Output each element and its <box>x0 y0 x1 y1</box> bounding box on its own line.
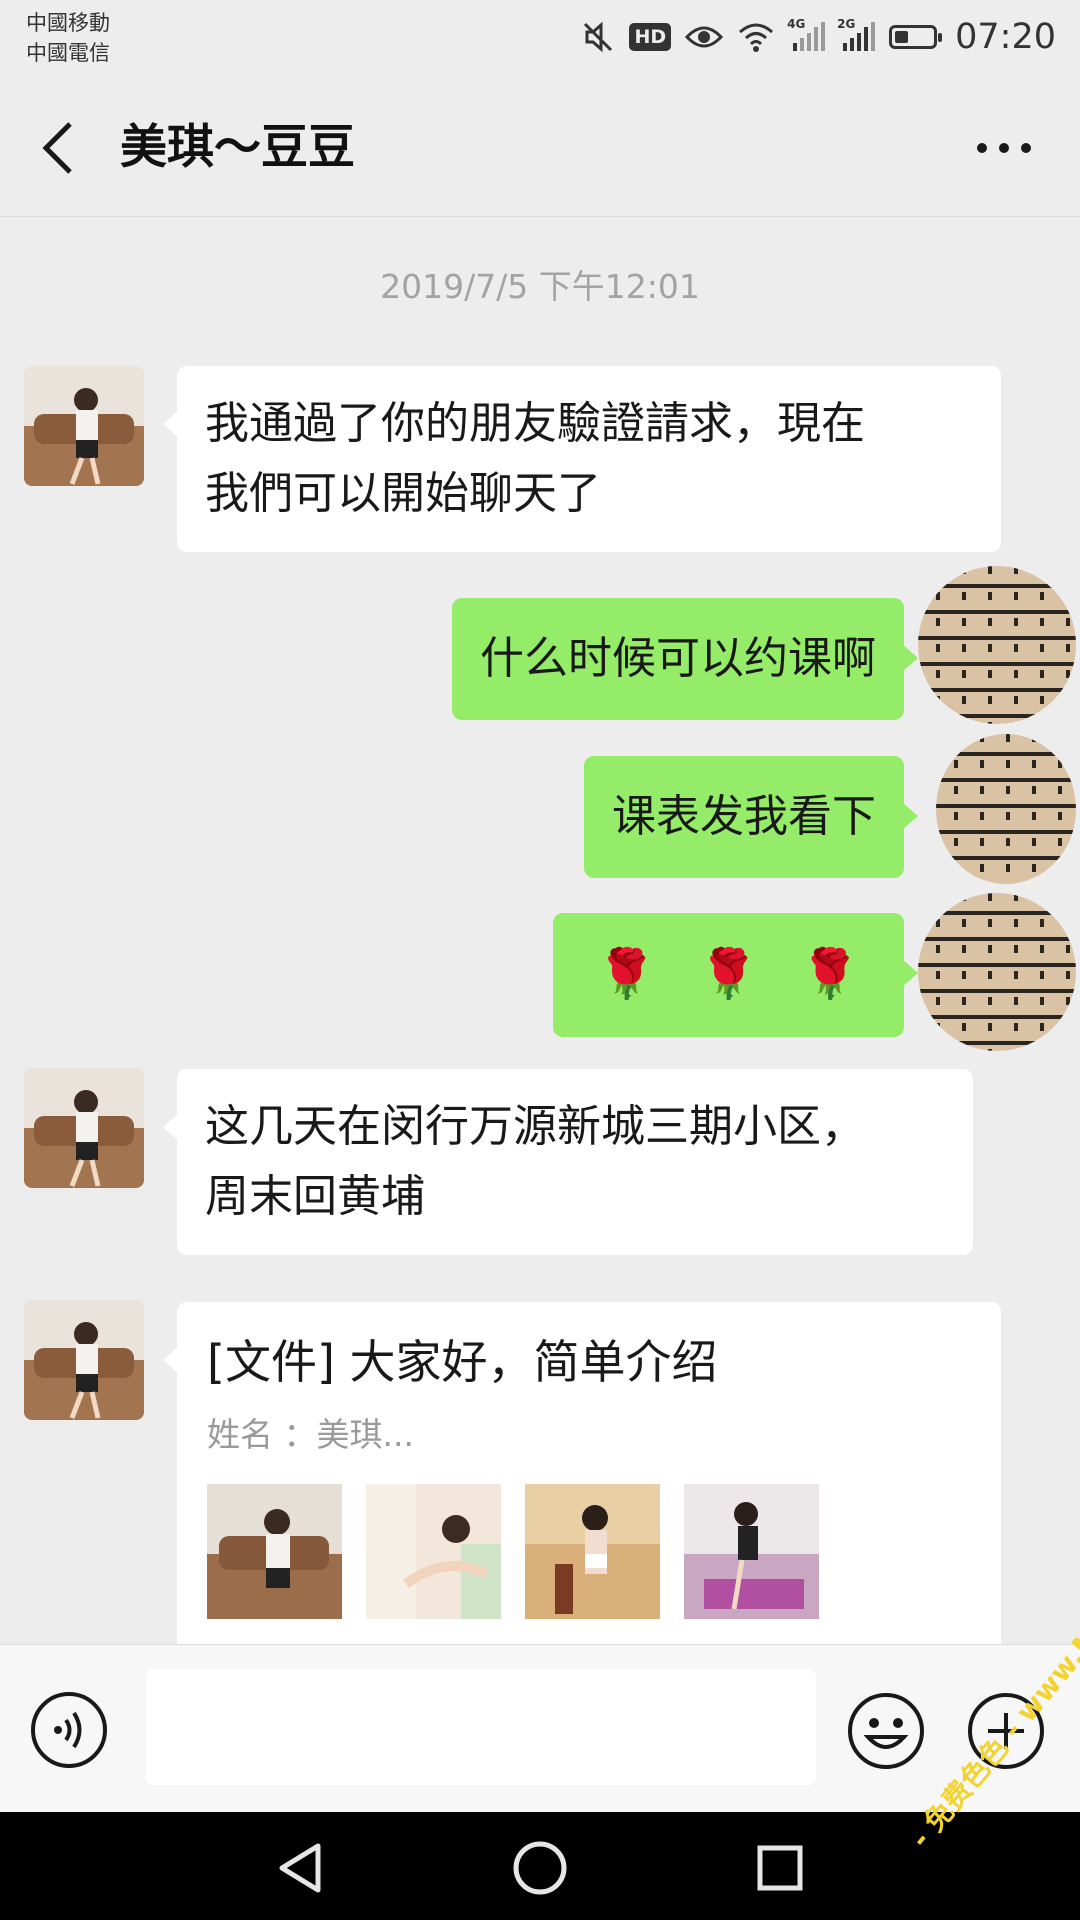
message-text: 什么时候可以约课啊 <box>480 633 876 684</box>
battery-level <box>895 31 909 43</box>
file-title: [文件] 大家好，简单介绍 <box>207 1335 718 1389</box>
outgoing-message-bubble[interactable]: 课表发我看下 <box>584 756 918 878</box>
file-thumbnail <box>684 1484 819 1619</box>
more-dots-icon[interactable] <box>974 136 1034 160</box>
message-text-line: 这几天在闵行万源新城三期小区， <box>205 1101 865 1152</box>
my-avatar[interactable] <box>918 893 1076 1051</box>
signal-2g-icon: 2G <box>837 17 876 53</box>
message-input[interactable] <box>146 1669 816 1785</box>
signal-4g-label: 4G <box>787 17 806 31</box>
contact-avatar[interactable] <box>24 1068 144 1188</box>
my-avatar[interactable] <box>918 566 1076 724</box>
carrier-2: 中國電信 <box>26 41 110 65</box>
my-avatar[interactable] <box>936 734 1076 884</box>
chat-header: 美琪～豆豆 <box>0 80 1080 217</box>
status-bar: 中國移動 中國電信 HD 4G 2G 07:20 <box>0 0 1080 80</box>
signal-2g-label: 2G <box>837 17 856 31</box>
incoming-message-bubble[interactable]: 这几天在闵行万源新城三期小区， 周末回黄埔 <box>163 1069 973 1255</box>
status-icons: HD 4G 2G 07:20 <box>581 12 1056 62</box>
signal-4g-icon: 4G <box>787 17 826 53</box>
message-text-line: 我們可以開始聊天了 <box>205 468 601 519</box>
contact-avatar[interactable] <box>24 1300 144 1420</box>
message-text-line: 我通過了你的朋友驗證請求，現在 <box>205 398 865 449</box>
file-message-card[interactable]: [文件] 大家好，简单介绍 姓名 ：美琪... <box>163 1302 1001 1662</box>
file-subtitle: 姓名 ：美琪... <box>207 1415 414 1454</box>
nav-recents-icon[interactable] <box>750 1838 810 1898</box>
chat-input-bar <box>0 1644 1080 1813</box>
carrier-labels: 中國移動 中國電信 <box>26 8 110 68</box>
carrier-1: 中國移動 <box>26 11 110 35</box>
outgoing-message-bubble[interactable]: 🌹 🌹 🌹 <box>552 913 919 1037</box>
nav-home-icon[interactable] <box>510 1838 570 1898</box>
chevron-left-icon[interactable] <box>38 118 78 178</box>
nav-back-icon[interactable] <box>270 1838 330 1898</box>
rose-emoji: 🌹 <box>698 946 759 1002</box>
message-timestamp: 2019/7/5 下午12:01 <box>380 267 700 306</box>
file-thumbnail <box>366 1484 501 1619</box>
voice-input-icon[interactable] <box>30 1691 108 1769</box>
wifi-icon <box>737 22 775 52</box>
incoming-message-bubble[interactable]: 我通過了你的朋友驗證請求，現在 我們可以開始聊天了 <box>163 366 1001 552</box>
status-time: 07:20 <box>955 17 1056 57</box>
rose-emoji: 🌹 <box>596 946 657 1002</box>
file-thumbnail <box>207 1484 342 1619</box>
message-text: 课表发我看下 <box>612 791 876 842</box>
battery-icon <box>889 25 943 49</box>
eye-icon <box>685 23 724 51</box>
file-thumbnail <box>525 1484 660 1619</box>
emoji-smiley-icon[interactable] <box>846 1691 926 1771</box>
contact-avatar[interactable] <box>24 366 144 486</box>
mute-icon <box>581 20 615 54</box>
rose-emoji: 🌹 <box>800 946 860 1002</box>
file-thumbnails <box>207 1484 971 1619</box>
hd-icon: HD <box>629 23 672 51</box>
chat-title: 美琪～豆豆 <box>120 120 355 175</box>
message-text-line: 周末回黄埔 <box>205 1171 425 1222</box>
outgoing-message-bubble[interactable]: 什么时候可以约课啊 <box>452 598 918 720</box>
